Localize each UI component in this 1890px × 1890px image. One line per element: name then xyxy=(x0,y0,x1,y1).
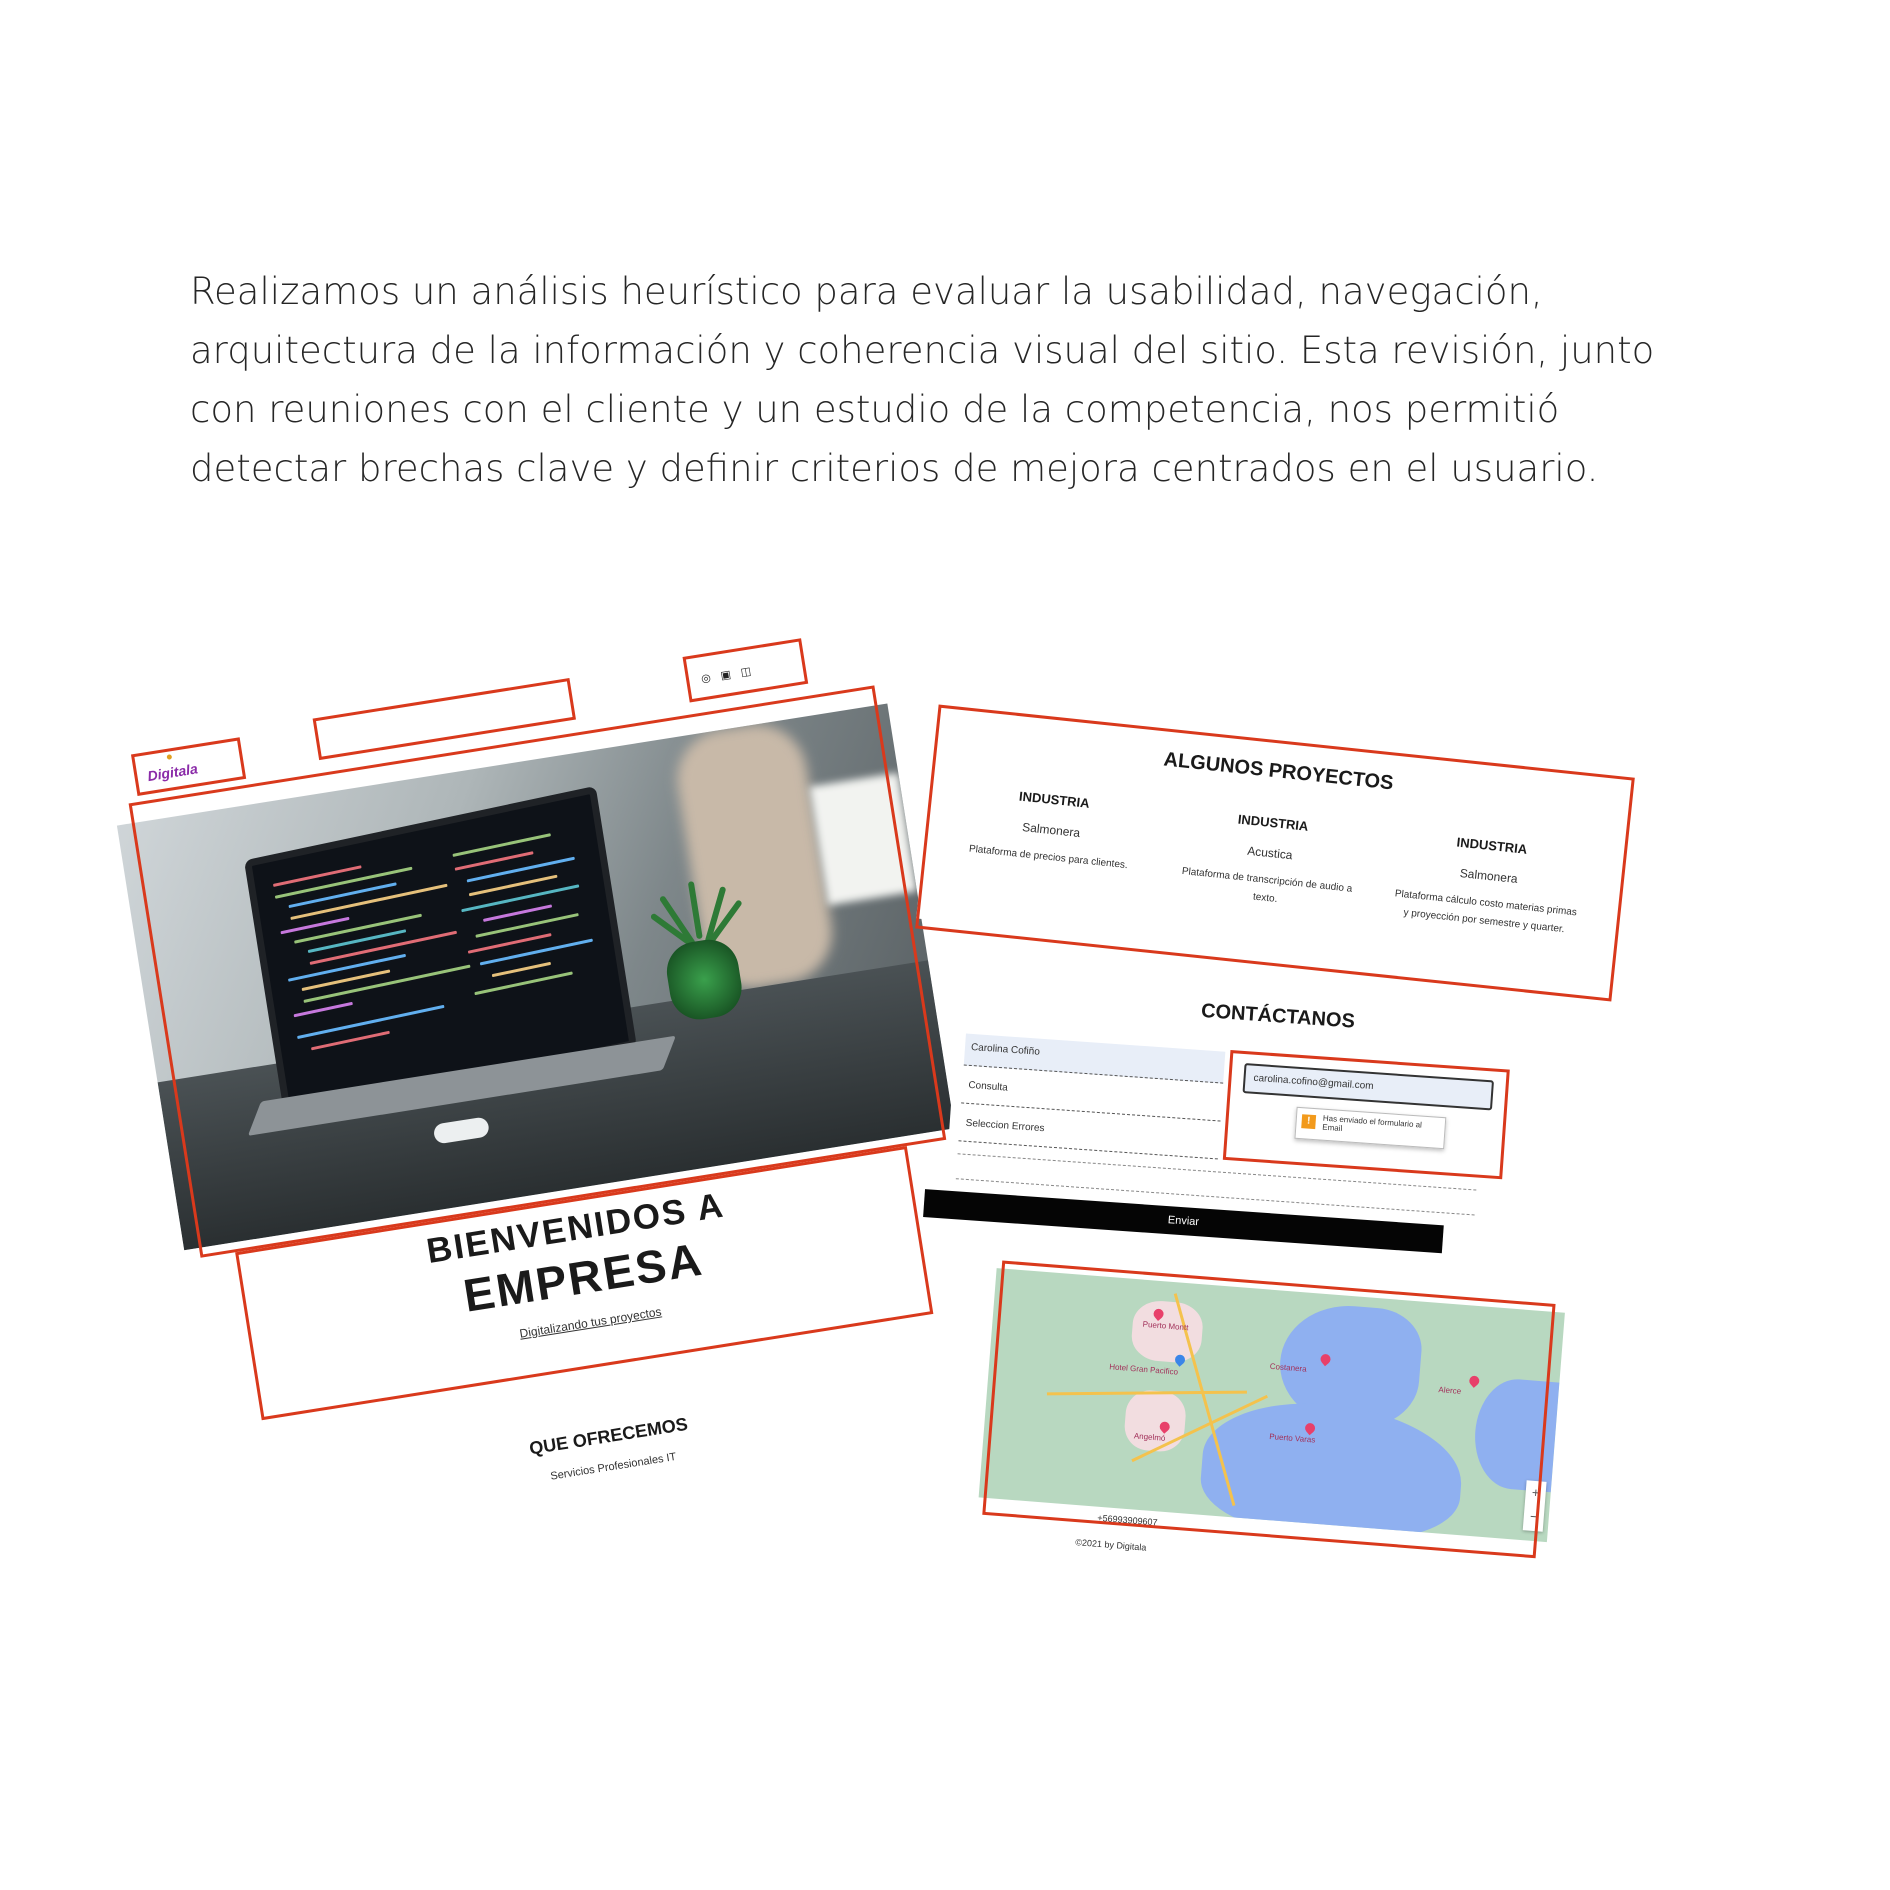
projects-highlight xyxy=(915,704,1635,1002)
projects-screenshot: ALGUNOS PROYECTOS INDUSTRIA Salmonera Pl… xyxy=(915,704,1635,1002)
social-highlight xyxy=(682,638,809,703)
homepage-screenshot: Digitala ◎▣◫ BIENVENIDOS A EMPRESA Digit… xyxy=(105,634,1015,1626)
copyright: ©2021 by Digitala xyxy=(1075,1537,1147,1553)
map-highlight xyxy=(982,1260,1556,1559)
send-button[interactable]: Enviar xyxy=(923,1189,1444,1254)
email-highlight xyxy=(1222,1050,1510,1180)
map-screenshot: Puerto Montt Hotel Gran Pacifico Angelmó… xyxy=(975,1260,1565,1587)
contact-screenshot: CONTÁCTANOS Carolina Cofiño Consulta Sel… xyxy=(923,982,1598,1278)
intro-paragraph: Realizamos un análisis heurístico para e… xyxy=(190,270,1655,490)
offer-subtitle: Servicios Profesionales IT xyxy=(549,1450,678,1483)
